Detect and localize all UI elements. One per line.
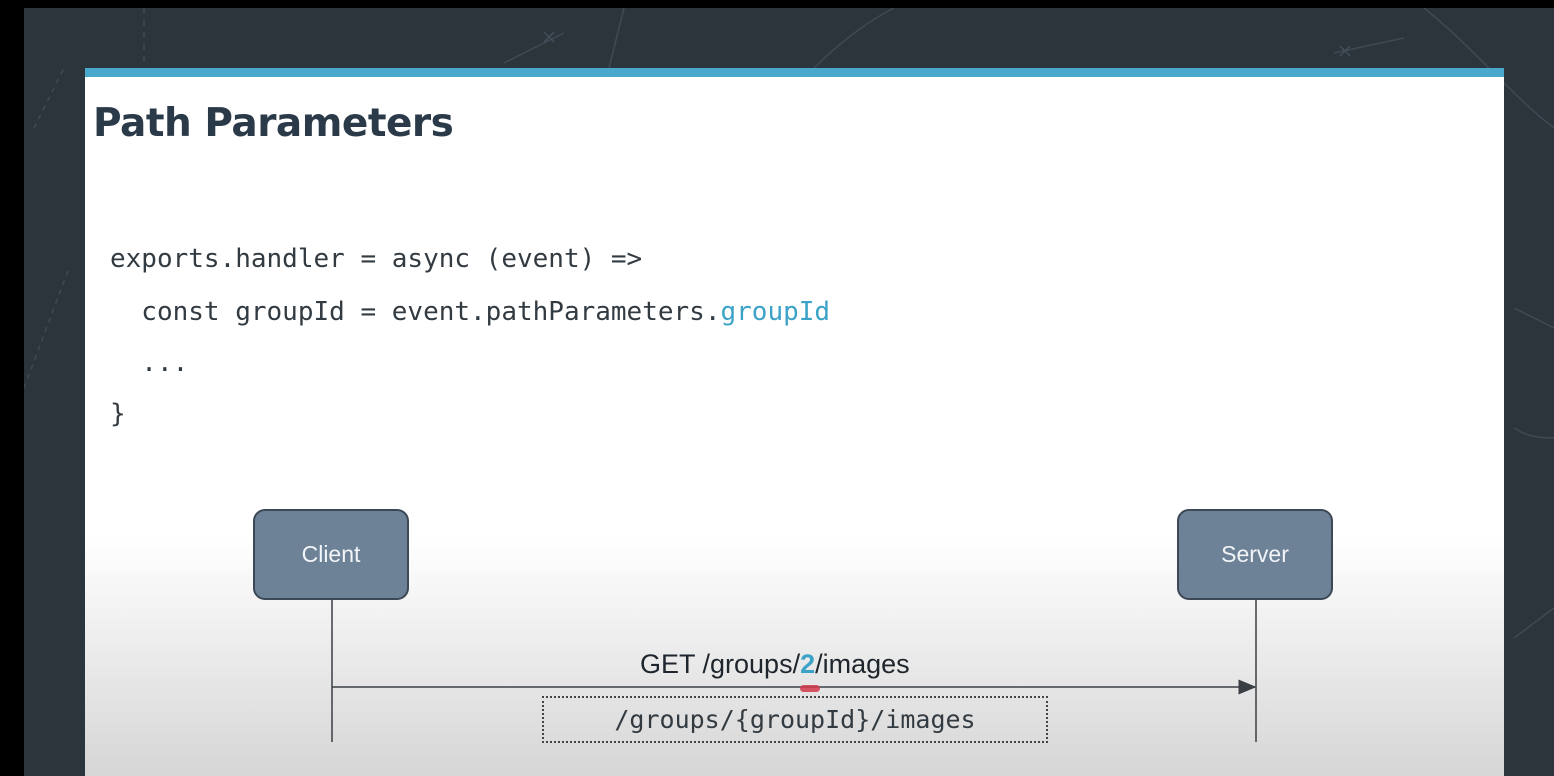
client-node: Client <box>253 509 409 600</box>
route-template-box: /groups/{groupId}/images <box>542 696 1048 743</box>
client-label: Client <box>301 541 361 567</box>
pointer-marker <box>800 685 820 692</box>
request-suffix: /images <box>815 649 910 679</box>
server-node: Server <box>1177 509 1333 600</box>
route-template: /groups/{groupId}/images <box>614 705 976 734</box>
request-label: GET /groups/2/images <box>640 649 910 680</box>
request-prefix: GET /groups/ <box>640 649 801 679</box>
request-param-value: 2 <box>800 649 816 679</box>
server-label: Server <box>1221 541 1289 567</box>
slide: Path Parameters exports.handler = async … <box>85 68 1504 776</box>
presentation-frame: Path Parameters exports.handler = async … <box>24 8 1554 776</box>
